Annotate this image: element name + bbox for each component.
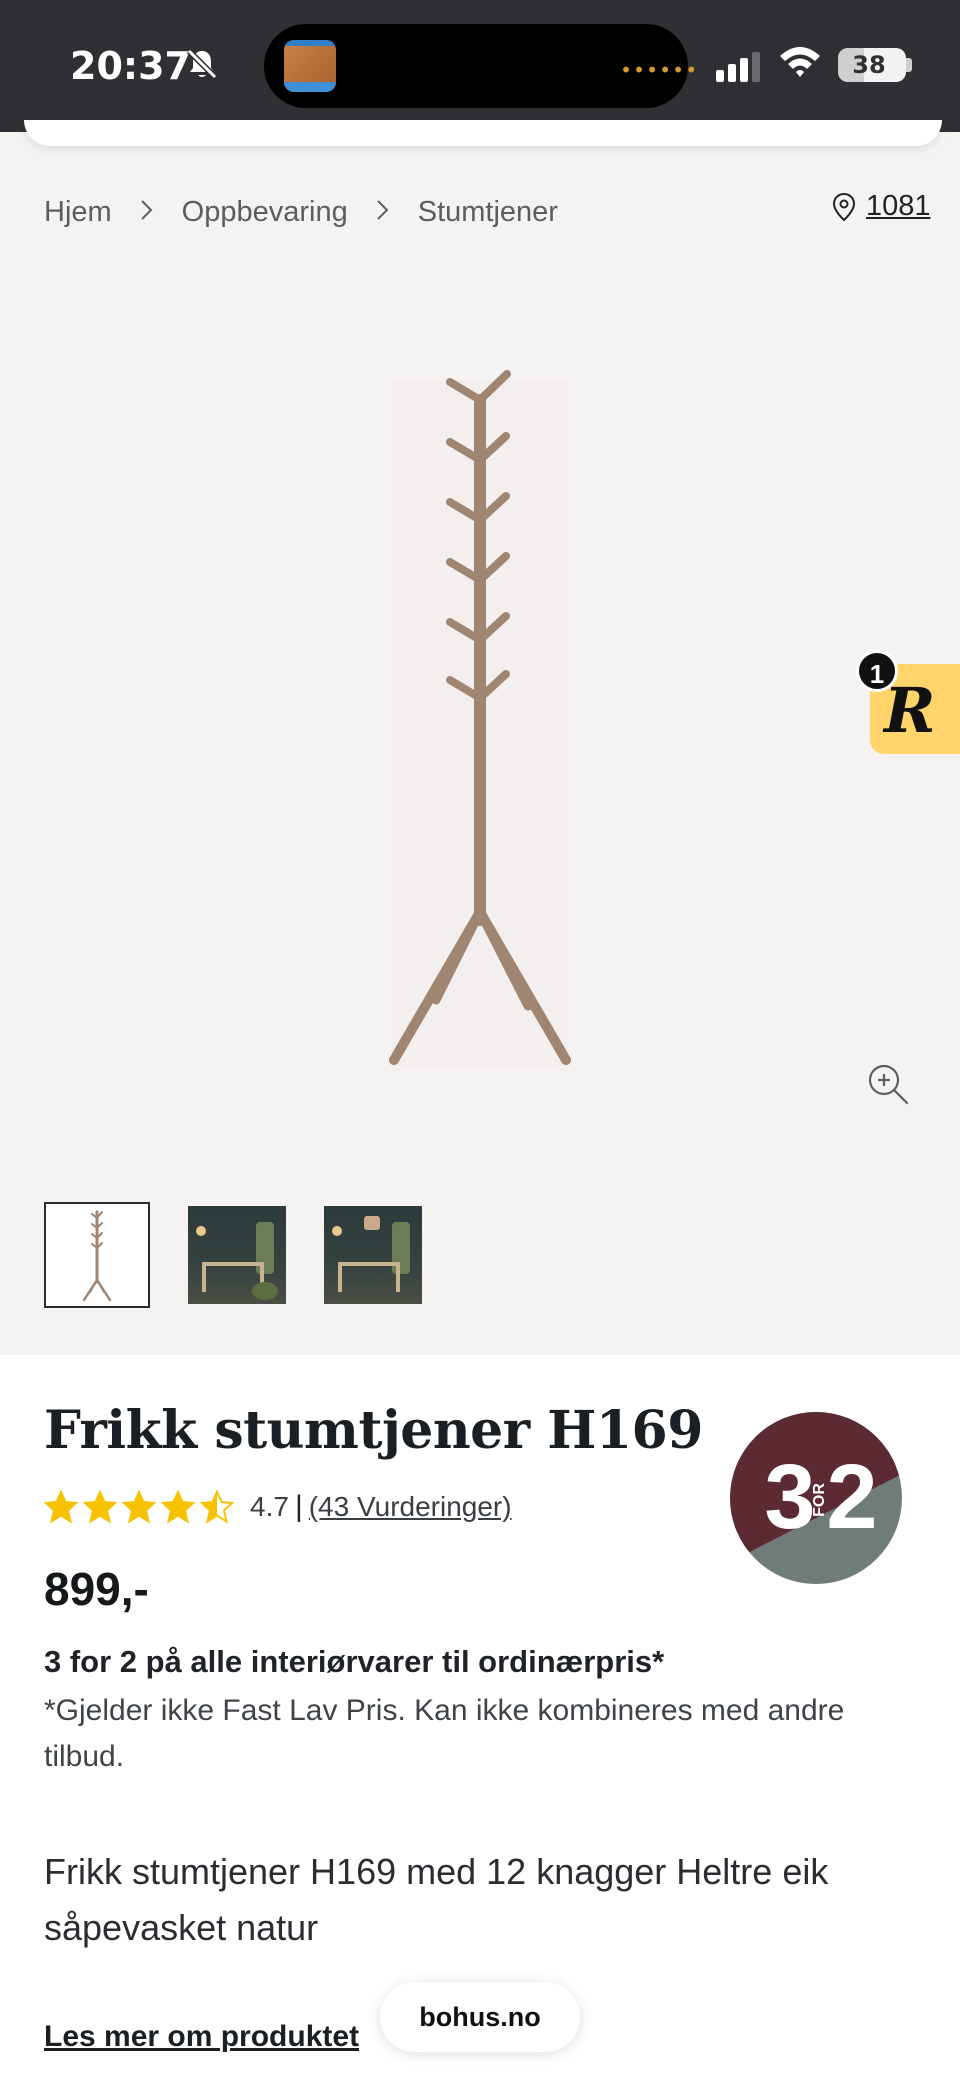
reward-count-badge: 1 xyxy=(856,650,898,692)
star-icon xyxy=(161,1490,195,1524)
offer-note: *Gjelder ikke Fast Lav Pris. Kan ikke ko… xyxy=(44,1694,845,1773)
rating-stars xyxy=(44,1490,234,1524)
breadcrumb-stumtjener[interactable]: Stumtjener xyxy=(418,196,558,229)
breadcrumb: Hjem Oppbevaring Stumtjener xyxy=(44,192,558,232)
chevron-right-icon xyxy=(376,197,390,228)
thumbnail-strip xyxy=(44,1202,422,1308)
read-more-link[interactable]: Les mer om produktet xyxy=(44,2020,359,2054)
star-icon xyxy=(122,1490,156,1524)
star-icon xyxy=(44,1490,78,1524)
promo-badge-left: 3 xyxy=(764,1446,815,1548)
app-activity-icon xyxy=(284,40,336,92)
postal-code: 1081 xyxy=(866,190,931,222)
star-icon xyxy=(83,1490,117,1524)
wifi-icon xyxy=(780,47,820,77)
thumbnail-coat-stand-image xyxy=(82,1210,112,1302)
breadcrumb-oppbevaring[interactable]: Oppbevaring xyxy=(182,196,348,229)
store-location[interactable]: 1081 xyxy=(832,190,931,223)
dynamic-island: •••••• xyxy=(264,24,697,108)
thumbnail-1[interactable] xyxy=(44,1202,150,1308)
promo-badge-right: 2 xyxy=(826,1446,877,1548)
product-title: Frikk stumtjener H169 xyxy=(44,1400,703,1461)
cellular-signal-icon xyxy=(716,52,760,82)
zoom-in-icon[interactable] xyxy=(866,1062,910,1106)
browser-url-pill[interactable]: bohus.no xyxy=(380,1982,580,2052)
battery-tip xyxy=(906,58,912,72)
battery-indicator: 38 xyxy=(838,48,906,82)
thumbnail-3[interactable] xyxy=(324,1206,422,1304)
chevron-right-icon xyxy=(140,197,154,228)
lamp-image xyxy=(196,1226,206,1236)
status-bar: 20:37 •••••• 38 xyxy=(0,0,960,132)
product-rating: 4.7 | (43 Vurderinger) xyxy=(44,1486,512,1528)
bench-image xyxy=(338,1262,400,1292)
offer-title: 3 for 2 på alle interiørvarer til ordinæ… xyxy=(44,1644,665,1679)
deer-head-image xyxy=(364,1216,380,1230)
battery-percent: 38 xyxy=(852,51,886,79)
status-time: 20:37 xyxy=(70,44,191,88)
promo-badge-3-for-2: 3 FOR 2 xyxy=(730,1412,902,1584)
star-icon xyxy=(200,1490,234,1524)
thumbnail-2[interactable] xyxy=(188,1206,286,1304)
bell-slash-icon xyxy=(186,48,218,80)
lamp-image xyxy=(332,1226,342,1236)
rating-divider: | xyxy=(294,1490,303,1523)
location-pin-icon xyxy=(832,192,856,221)
breadcrumb-home[interactable]: Hjem xyxy=(44,196,112,229)
product-image-coat-stand[interactable] xyxy=(380,360,580,1080)
header-bottom-edge xyxy=(24,120,942,146)
reviews-link[interactable]: (43 Vurderinger) xyxy=(309,1491,512,1523)
product-price: 899,- xyxy=(44,1563,149,1615)
product-description: Frikk stumtjener H169 med 12 knagger Hel… xyxy=(44,1851,829,1948)
plant-image xyxy=(252,1282,278,1300)
rating-value: 4.7 xyxy=(250,1491,289,1522)
activity-dots-icon: •••••• xyxy=(620,58,699,82)
